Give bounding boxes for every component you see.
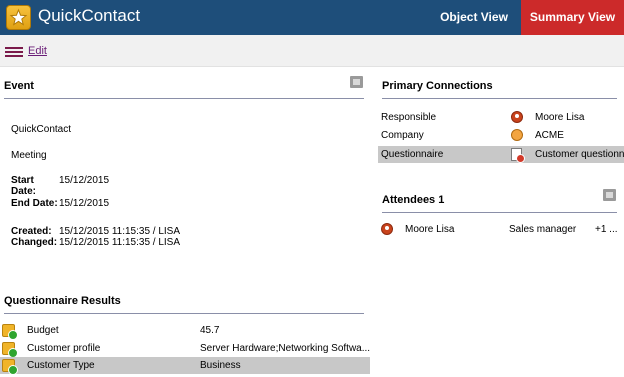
primary-connections-divider xyxy=(382,98,617,99)
row-value: Business xyxy=(200,360,241,371)
connection-value[interactable]: Moore Lisa xyxy=(535,112,584,123)
quickcontact-logo-icon xyxy=(6,5,31,30)
attendee-extra: +1 ... xyxy=(595,224,618,235)
connection-label: Responsible xyxy=(381,112,437,123)
table-row[interactable]: Customer profile Server Hardware;Network… xyxy=(0,340,371,358)
attendee-name[interactable]: Moore Lisa xyxy=(405,224,454,235)
table-row[interactable]: Budget 45.7 xyxy=(0,322,370,340)
start-date-label-2: Date: xyxy=(11,186,37,197)
row-label: Customer Type xyxy=(27,360,95,371)
questionnaire-divider xyxy=(4,313,364,314)
event-section-title: Event xyxy=(4,80,34,92)
connection-row[interactable]: Company ACME xyxy=(378,127,624,144)
toolbar: Edit xyxy=(0,35,624,67)
created-label: Created: xyxy=(11,226,52,237)
event-line-2: Meeting xyxy=(11,150,47,161)
table-row[interactable]: Customer Type Business xyxy=(0,357,370,375)
attendees-divider xyxy=(382,212,617,213)
start-date-value: 15/12/2015 xyxy=(59,175,110,186)
questionnaire-answer-icon xyxy=(2,359,18,375)
questionnaire-results-title: Questionnaire Results xyxy=(4,295,121,307)
created-value: 15/12/2015 11:15:35 / LISA xyxy=(59,226,181,237)
company-icon xyxy=(511,129,523,141)
event-expand-icon[interactable] xyxy=(350,76,363,88)
connection-value[interactable]: Customer questionna xyxy=(535,149,624,160)
start-date-label: Start xyxy=(11,175,34,186)
connection-value[interactable]: ACME xyxy=(535,130,564,141)
connection-label: Company xyxy=(381,130,424,141)
connection-row[interactable]: Responsible Moore Lisa xyxy=(378,109,624,126)
questionnaire-answer-icon xyxy=(2,342,18,358)
person-icon xyxy=(511,111,523,123)
row-label: Budget xyxy=(27,325,59,336)
changed-label: Changed: xyxy=(11,237,58,248)
connection-label: Questionnaire xyxy=(381,149,444,160)
attendee-role: Sales manager xyxy=(509,224,577,235)
attendee-row[interactable]: Moore Lisa Sales manager +1 ... xyxy=(378,221,624,238)
tab-object-view[interactable]: Object View xyxy=(426,0,522,35)
questionnaire-answer-icon xyxy=(2,324,18,340)
row-value: Server Hardware;Networking Softwa... xyxy=(200,343,371,354)
row-value: 45.7 xyxy=(200,325,220,336)
end-date-value: 15/12/2015 xyxy=(59,198,110,209)
event-divider xyxy=(4,98,364,99)
app-title: QuickContact xyxy=(38,6,141,25)
person-icon xyxy=(381,223,393,235)
app-header: QuickContact Object View Summary View xyxy=(0,0,624,35)
questionnaire-icon xyxy=(511,148,525,163)
changed-value: 15/12/2015 11:15:35 / LISA xyxy=(59,237,181,248)
event-line-1: QuickContact xyxy=(11,124,72,135)
attendees-title: Attendees 1 xyxy=(382,194,445,206)
row-label: Customer profile xyxy=(27,343,101,354)
tab-summary-view[interactable]: Summary View xyxy=(521,0,624,35)
connection-row[interactable]: Questionnaire Customer questionna xyxy=(378,146,624,163)
end-date-label: End Date: xyxy=(11,198,58,209)
primary-connections-title: Primary Connections xyxy=(382,80,493,92)
list-icon[interactable] xyxy=(5,47,23,57)
attendees-expand-icon[interactable] xyxy=(603,189,616,201)
edit-link[interactable]: Edit xyxy=(28,45,47,57)
